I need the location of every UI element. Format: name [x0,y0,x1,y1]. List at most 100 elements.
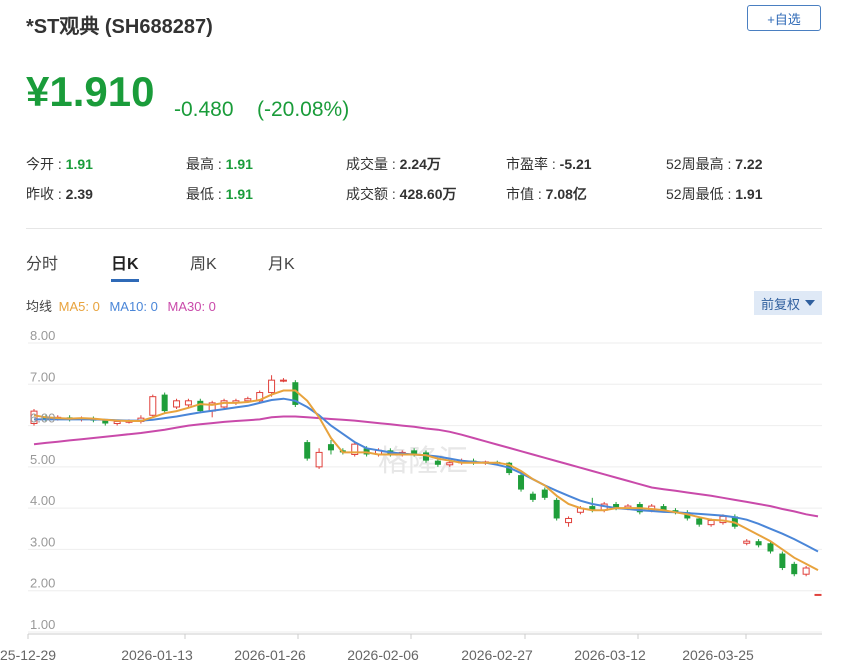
y-tick-label: 8.00 [30,330,55,343]
stat-value: 2.24万 [399,156,441,172]
candle-body [184,400,192,406]
stat-label: 52周最低 : [666,186,732,202]
stat-label: 市值 : [506,186,542,202]
ma10-legend: MA10: 0 [109,299,158,314]
stat-turnover: 成交额 : 428.60万 [346,184,457,204]
stat-label: 今开 : [26,156,62,172]
tab-daily-k[interactable]: 日K [111,250,139,274]
candle-body [113,420,121,425]
candle-body [304,442,311,459]
candle-body [446,462,454,466]
candle-body [802,567,810,575]
stat-value: 1.91 [225,156,253,172]
stat-label: 成交量 : [346,156,396,172]
stat-pe: 市盈率 : -5.21 [506,154,592,174]
stat-high: 最高 : 1.91 [186,154,253,174]
stock-title: *ST观典 (SH688287) [26,16,213,38]
candle-body [553,499,560,519]
candle-body [767,543,774,552]
ma30-legend: MA30: 0 [167,299,216,314]
candle-body [565,517,573,524]
stat-value: 1.91 [225,186,253,202]
x-tick-label: 2026-03-12 [574,647,646,663]
ma-lines [33,389,819,571]
candle-body [707,520,715,526]
candles [30,375,822,596]
x-tick-label: 2026-02-06 [347,647,419,663]
stat-label: 52周最高 : [666,156,732,172]
price-adjust-label: 前复权 [760,296,800,312]
stat-market-cap: 市值 : 7.08亿 [506,184,587,204]
price-change-pct: (-20.08%) [257,98,350,121]
candle-body [518,475,525,490]
tab-weekly-k[interactable]: 周K [190,250,217,274]
stat-label: 最高 : [186,156,222,172]
ma-legend: 均线 MA5: 0 MA10: 0 MA30: 0 [26,296,216,315]
candle-body [149,396,157,416]
candle-body [327,444,334,451]
stat-value: 7.22 [735,156,763,172]
stat-label: 市盈率 : [506,156,556,172]
price-change: -0.480 [174,98,234,121]
x-tick-label: 25-12-29 [0,647,56,663]
ma-legend-label: 均线 [26,299,53,314]
candle-body [197,400,204,412]
stat-volume: 成交量 : 2.24万 [346,154,441,174]
stat-value: 1.91 [65,156,93,172]
stat-label: 成交额 : [346,186,396,202]
x-tick-label: 2026-01-13 [121,647,193,663]
stat-52w-low: 52周最低 : 1.91 [666,184,763,204]
y-tick-label: 2.00 [30,576,55,591]
stat-label: 最低 : [186,186,222,202]
candle-body [434,460,441,465]
x-tick-label: 2026-02-27 [461,647,533,663]
stat-label: 昨收 : [26,186,62,202]
y-tick-label: 7.00 [30,369,55,384]
add-watchlist-button[interactable]: +自选 [747,5,821,31]
candle-body [814,593,822,596]
candle-body [743,540,751,544]
candle-body [268,379,276,394]
candle-body [279,379,287,382]
candle-body [173,400,181,408]
chart-grid [28,342,822,635]
candle-body [244,398,252,402]
candle-body [315,451,323,468]
y-tick-label: 5.00 [30,452,55,467]
stat-prev-close: 昨收 : 2.39 [26,184,93,204]
y-tick-label: 3.00 [30,534,55,549]
kline-chart[interactable]: 格隆汇 8.007.006.005.004.003.002.001.00 25-… [0,330,852,669]
candle-body [779,553,786,569]
candle-body [696,518,703,525]
stat-value: 428.60万 [399,186,457,202]
active-tab-indicator [111,279,139,282]
ma5-legend: MA5: 0 [58,299,100,314]
candle-body [791,563,798,575]
stat-value: -5.21 [559,156,592,172]
x-tick-label: 2026-03-25 [682,647,754,663]
tab-intraday[interactable]: 分时 [26,250,58,274]
tab-monthly-k[interactable]: 月K [268,250,295,274]
price-adjust-dropdown[interactable]: 前复权 [754,291,822,315]
section-divider [26,228,822,229]
candle-body [102,420,109,424]
y-tick-label: 1.00 [30,617,55,632]
x-axis-labels: 25-12-29 2026-01-13 2026-01-26 2026-02-06 20… [0,634,754,663]
stat-value: 2.39 [65,186,93,202]
candle-body [161,394,168,412]
y-tick-label: 6.00 [30,411,55,426]
stat-value: 7.08亿 [545,186,587,202]
candle-body [755,541,762,546]
stat-value: 1.91 [735,186,763,202]
stat-low: 最低 : 1.91 [186,184,253,204]
candle-body [541,489,548,498]
candle-body [529,493,536,500]
caret-down-icon [805,300,815,306]
stat-open: 今开 : 1.91 [26,154,93,174]
x-tick-label: 2026-01-26 [234,647,306,663]
y-tick-label: 4.00 [30,493,55,508]
y-axis-labels: 8.00 7.00 6.00 5.00 4.00 3.00 2.00 1.00 [30,330,55,632]
ma5-line [33,389,819,571]
stat-52w-high: 52周最高 : 7.22 [666,154,763,174]
current-price: ¥1.910 [26,68,155,115]
